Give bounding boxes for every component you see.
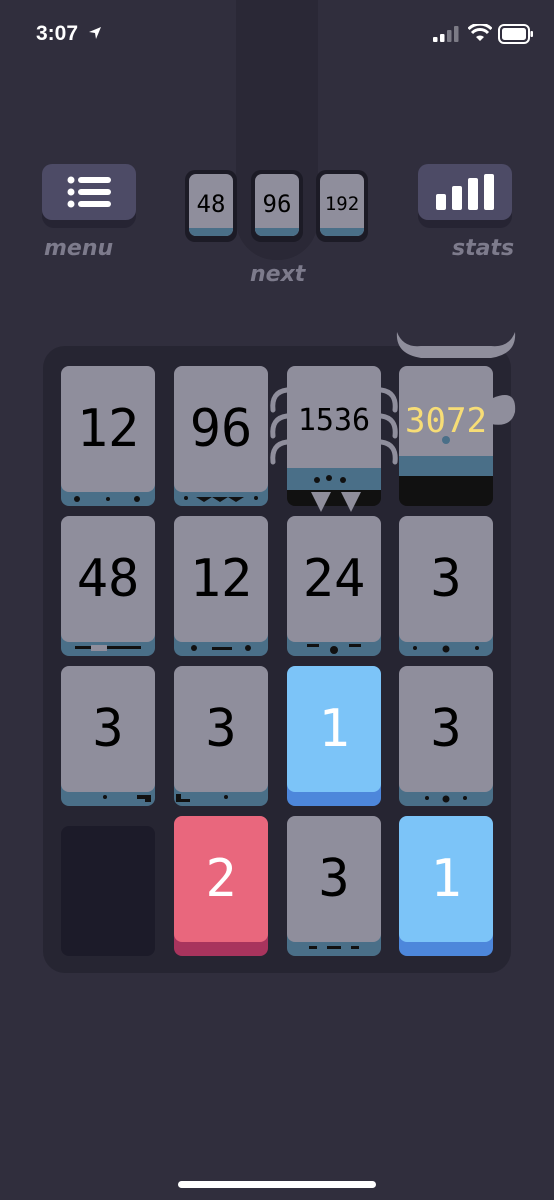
- tile[interactable]: 3: [399, 666, 493, 806]
- tile-value: 3: [430, 549, 462, 609]
- next-card: 96: [251, 170, 303, 242]
- tile-value: 24: [302, 549, 366, 609]
- wifi-icon: [468, 24, 492, 41]
- monster-legs-icon: [270, 387, 398, 512]
- location-arrow-icon: [89, 27, 101, 39]
- tile[interactable]: 3: [174, 666, 268, 806]
- tile[interactable]: 12: [61, 366, 155, 506]
- next-card: 48: [185, 170, 237, 242]
- tile-value: 12: [189, 549, 253, 609]
- tile[interactable]: 1: [287, 666, 381, 806]
- next-card-value: 192: [324, 193, 360, 215]
- next-card-value: 96: [262, 190, 292, 218]
- tile-value: 96: [189, 399, 253, 459]
- tile[interactable]: 2: [174, 816, 268, 956]
- monster-tile[interactable]: 1536: [270, 366, 398, 512]
- highest-tile[interactable]: 3072: [396, 332, 516, 506]
- signal-icon: [433, 26, 459, 42]
- tile-value: 48: [76, 549, 140, 609]
- stats-button[interactable]: [418, 164, 512, 228]
- tile[interactable]: 12: [174, 516, 268, 656]
- tile[interactable]: 24: [287, 516, 381, 656]
- tile[interactable]: 3: [287, 816, 381, 956]
- tile-value: 1: [430, 849, 462, 909]
- stats-bars-icon: [436, 174, 494, 210]
- monster-horns-icon: [396, 332, 516, 476]
- battery-icon: [498, 24, 533, 44]
- tile[interactable]: 1: [399, 816, 493, 956]
- home-indicator[interactable]: [178, 1181, 376, 1188]
- tile-value: 3: [92, 699, 124, 759]
- status-time: 3:07: [36, 22, 79, 45]
- menu-button[interactable]: [42, 164, 136, 228]
- tile[interactable]: 48: [61, 516, 155, 656]
- tile[interactable]: 3: [61, 666, 155, 806]
- tile-value: 3: [318, 849, 350, 909]
- tile[interactable]: 96: [174, 366, 268, 506]
- tile-value: 2: [205, 849, 237, 909]
- menu-list-icon: [67, 176, 111, 208]
- stats-label: stats: [452, 236, 515, 261]
- next-label: next: [250, 262, 306, 287]
- menu-label: menu: [44, 236, 114, 261]
- next-card: 192: [316, 170, 368, 242]
- tile-value: 12: [76, 399, 140, 459]
- tile[interactable]: 3: [399, 516, 493, 656]
- next-card-value: 48: [196, 190, 226, 218]
- game-board[interactable]: 12 96 1536 3072 48 12 24 3 3 3 1 3 2 3 1: [43, 332, 516, 973]
- tile-value: 3: [205, 699, 237, 759]
- empty-cell[interactable]: [61, 826, 155, 956]
- tile-value: 1: [318, 699, 350, 759]
- tile-value: 3: [430, 699, 462, 759]
